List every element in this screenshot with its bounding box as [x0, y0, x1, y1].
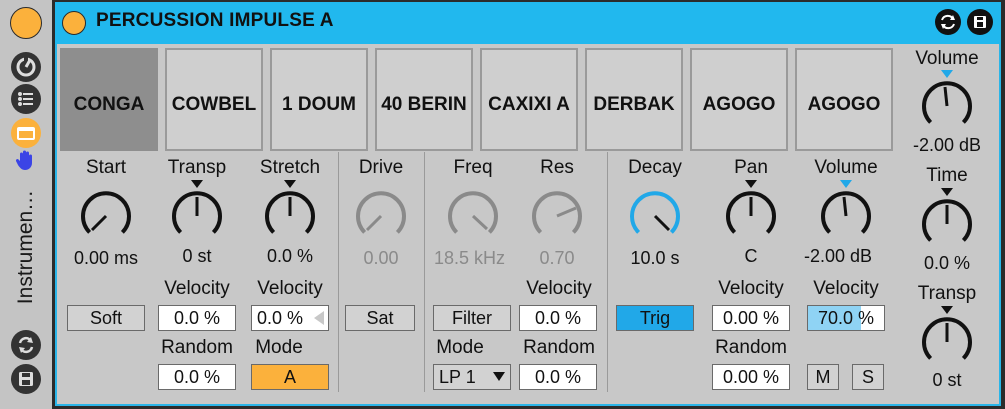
transp-velocity-field[interactable]: 0.0 %: [158, 305, 236, 331]
start-value: 0.00 ms: [73, 248, 139, 268]
transp-random-field[interactable]: 0.0 %: [158, 364, 236, 390]
res-label: Res: [540, 157, 574, 178]
stretch-value: 0.0 %: [266, 246, 314, 266]
slot-volume-value: -2.00 dB: [804, 246, 873, 266]
res-random-label: Random: [523, 337, 595, 358]
freq-label: Freq: [453, 157, 493, 178]
res-velocity-label: Velocity: [526, 278, 592, 299]
list-icon[interactable]: [11, 84, 41, 114]
section-divider: [607, 152, 608, 392]
transp-value: 0 st: [182, 246, 212, 266]
section-divider: [424, 152, 425, 392]
slot-tab-6[interactable]: DERBAK: [585, 48, 683, 151]
global-transp-knob[interactable]: [921, 306, 973, 368]
sat-button[interactable]: Sat: [345, 305, 415, 331]
start-label: Start: [85, 157, 127, 178]
slot-tab-8[interactable]: AGOGO: [795, 48, 893, 151]
slot-tab-4[interactable]: 40 BERIN: [375, 48, 473, 151]
decay-knob[interactable]: [629, 190, 681, 242]
transp-random-label: Random: [161, 337, 233, 358]
stretch-knob[interactable]: [264, 180, 316, 242]
res-random-field[interactable]: 0.0 %: [519, 364, 597, 390]
slot-tab-5[interactable]: CAXIXI A: [480, 48, 578, 151]
soft-button[interactable]: Soft: [67, 305, 145, 331]
stretch-velocity-label: Velocity: [257, 278, 323, 299]
device-view-icon[interactable]: [11, 118, 41, 148]
global-volume-label: Volume: [915, 48, 979, 69]
filter-button[interactable]: Filter: [433, 305, 511, 331]
drive-value: 0.00: [363, 248, 399, 268]
global-transp-value: 0 st: [932, 370, 962, 390]
device-title: PERCUSSION IMPULSE A: [96, 10, 334, 31]
slot-velocity-value: 70.0 %: [817, 308, 875, 328]
pan-random-field[interactable]: 0.00 %: [712, 364, 790, 390]
solo-button[interactable]: S: [852, 364, 884, 390]
refresh-icon[interactable]: [11, 330, 41, 360]
section-divider: [338, 152, 339, 392]
chevron-down-icon: [493, 372, 505, 381]
freq-knob[interactable]: [447, 190, 499, 242]
slot-tab-1[interactable]: CONGA: [60, 48, 158, 151]
device-name-label: Instrumen…: [14, 189, 37, 305]
start-knob[interactable]: [80, 190, 132, 242]
decay-value: 10.0 s: [630, 248, 680, 268]
drive-knob[interactable]: [355, 190, 407, 242]
refresh-icon[interactable]: [935, 9, 961, 35]
filter-mode-label: Mode: [436, 337, 484, 358]
pan-label: Pan: [734, 157, 768, 178]
res-knob[interactable]: [531, 190, 583, 242]
pan-knob[interactable]: [725, 180, 777, 242]
stretch-velocity-value: 0.0 %: [257, 308, 304, 328]
stretch-label: Stretch: [259, 157, 321, 178]
slot-velocity-field[interactable]: 70.0 %: [807, 305, 885, 331]
mute-button[interactable]: M: [807, 364, 839, 390]
slot-tab-2[interactable]: COWBEL: [165, 48, 263, 151]
global-volume-knob[interactable]: [921, 70, 973, 132]
freq-value: 18.5 kHz: [434, 248, 506, 268]
stretch-velocity-arrow-icon: [314, 311, 324, 325]
device-activator-button[interactable]: [62, 11, 86, 35]
drive-label: Drive: [358, 157, 404, 178]
slot-volume-knob[interactable]: [820, 180, 872, 242]
transp-knob[interactable]: [171, 180, 223, 242]
mode-label: Mode: [255, 337, 303, 358]
slot-volume-label: Volume: [814, 157, 878, 178]
trig-button[interactable]: Trig: [616, 305, 694, 331]
global-time-value: 0.0 %: [923, 253, 971, 273]
slot-velocity-label: Velocity: [813, 278, 879, 299]
global-time-knob[interactable]: [921, 188, 973, 250]
pan-random-label: Random: [715, 337, 787, 358]
res-velocity-field[interactable]: 0.0 %: [519, 305, 597, 331]
save-icon[interactable]: [11, 364, 41, 394]
transp-label: Transp: [167, 157, 227, 178]
global-transp-label: Transp: [917, 283, 977, 304]
pan-value: C: [744, 246, 758, 266]
save-icon[interactable]: [967, 9, 993, 35]
mode-button[interactable]: A: [251, 364, 329, 390]
pan-velocity-field[interactable]: 0.00 %: [712, 305, 790, 331]
filter-mode-value: LP 1: [439, 367, 476, 387]
hotswap-icon[interactable]: [11, 52, 41, 82]
fold-button[interactable]: [10, 7, 42, 39]
global-time-label: Time: [926, 165, 968, 186]
slot-tab-3[interactable]: 1 DOUM: [270, 48, 368, 151]
hand-icon[interactable]: [14, 148, 38, 172]
global-volume-value: -2.00 dB: [912, 135, 982, 155]
decay-label: Decay: [628, 157, 682, 178]
slot-tab-7[interactable]: AGOGO: [690, 48, 788, 151]
pan-velocity-label: Velocity: [718, 278, 784, 299]
transp-velocity-label: Velocity: [164, 278, 230, 299]
res-value: 0.70: [539, 248, 575, 268]
